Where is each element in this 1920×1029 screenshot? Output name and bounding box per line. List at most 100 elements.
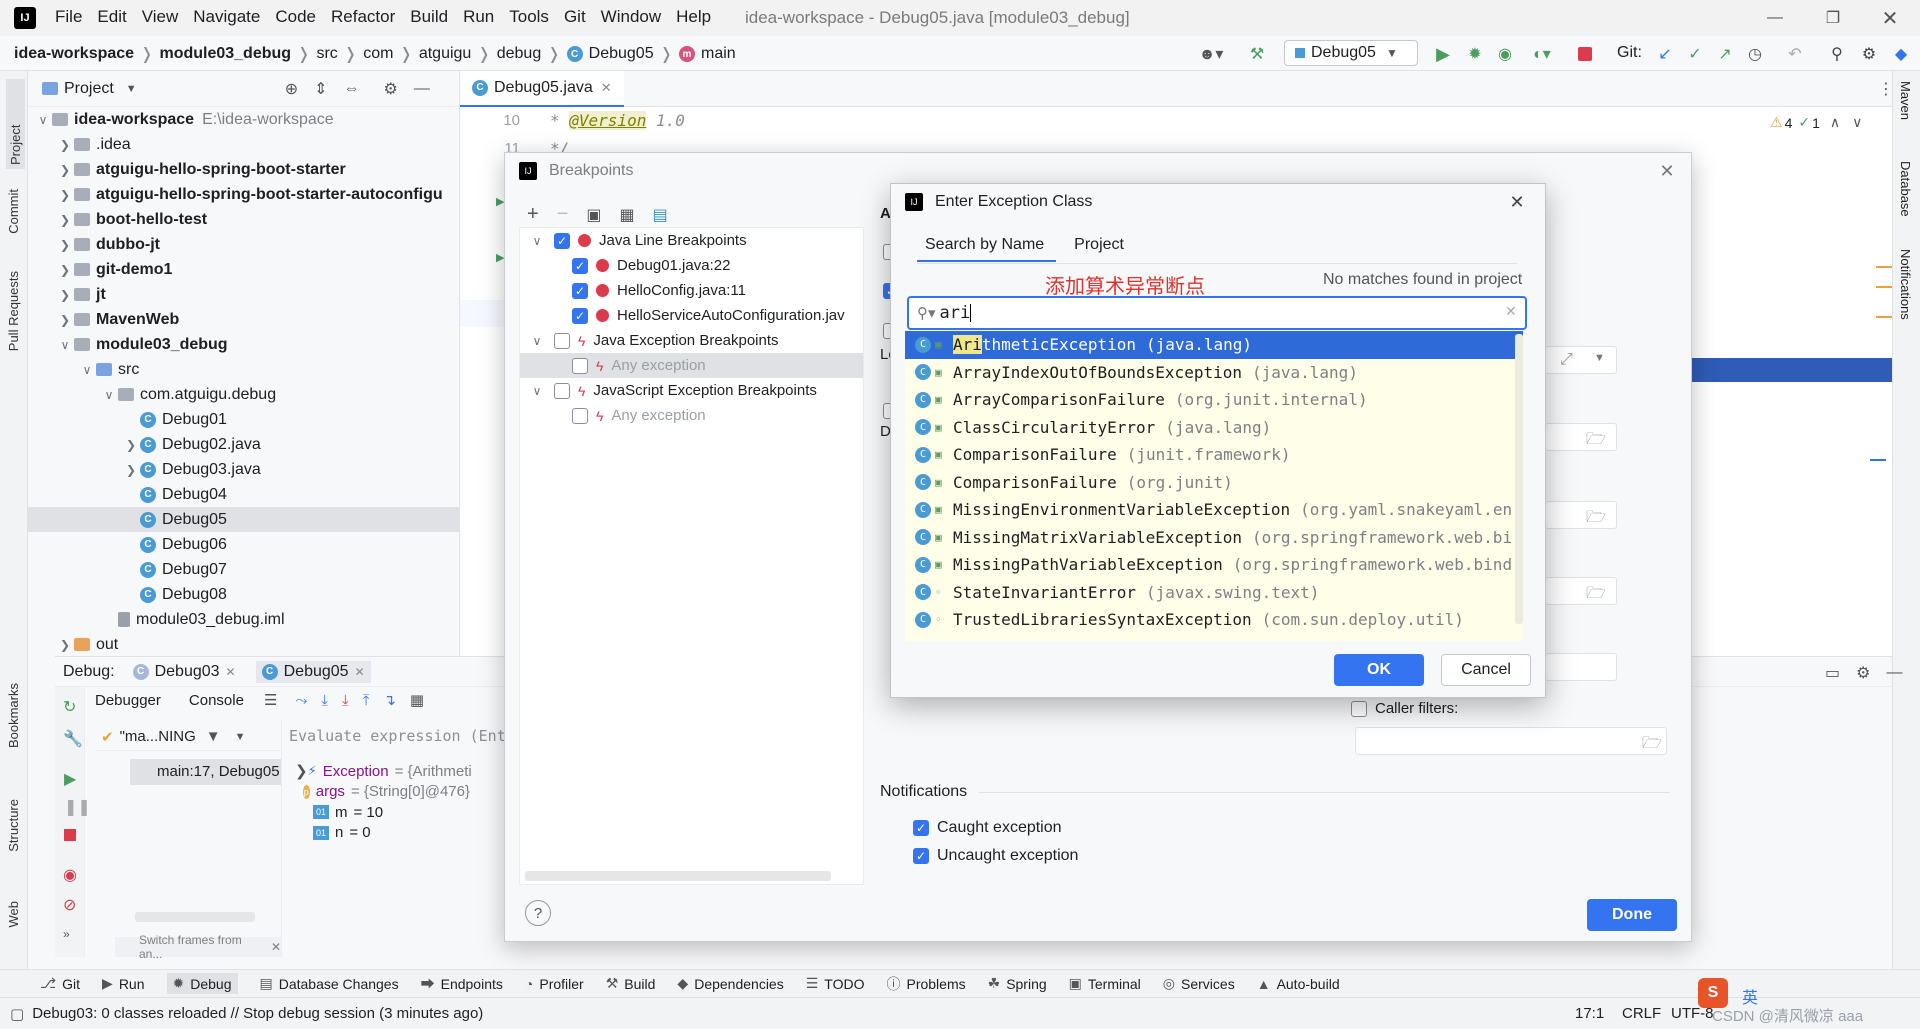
tree-item[interactable]: C Debug08 (28, 582, 459, 607)
chevron-down-icon[interactable]: ∨ (34, 113, 52, 127)
chevron-right-icon[interactable]: ❯ (122, 463, 140, 477)
suggestion-item[interactable]: C▣ArithmeticExceptionArithmeticException… (905, 331, 1523, 359)
close-tab-icon[interactable]: ✕ (226, 665, 236, 679)
menu-help[interactable]: Help (676, 7, 711, 27)
caller-filters-row[interactable]: Caller filters: (1351, 700, 1458, 717)
caught-exception-checkbox[interactable]: ✓ (913, 820, 929, 836)
profile-icon[interactable]: ◐▾ (1524, 43, 1560, 65)
done-button[interactable]: Done (1587, 899, 1677, 931)
chevron-right-icon[interactable]: ❯ (56, 138, 74, 152)
chevron-right-icon[interactable]: ❯ (56, 188, 74, 202)
close-tab-icon[interactable]: ✕ (601, 80, 612, 96)
layout-icon[interactable]: ☰ (264, 691, 277, 709)
tree-item[interactable]: ❯ out (28, 632, 459, 657)
pause-icon[interactable]: ❚❚ (64, 797, 91, 817)
tool-window-button[interactable]: ☰ TODO (806, 975, 865, 992)
gear-icon[interactable]: ⚙ (1856, 663, 1870, 683)
run-to-cursor-icon[interactable]: ↴ (383, 691, 396, 709)
tree-item[interactable]: ❯ atguigu-hello-spring-boot-starter-autoc… (28, 182, 459, 207)
chevron-down-icon[interactable]: ∨ (1852, 114, 1862, 131)
tool-window-button[interactable]: ◎ Services (1163, 975, 1235, 992)
suggestions-scrollbar[interactable] (1515, 334, 1523, 624)
group-folder-icon[interactable]: ▣ (586, 205, 601, 225)
tool-commit[interactable]: Commit (6, 189, 21, 234)
crumb-src[interactable]: src (316, 45, 337, 63)
breakpoint-checkbox[interactable]: ✓ (554, 232, 570, 249)
tab-search-by-name[interactable]: Search by Name (917, 236, 1057, 262)
chevron-right-icon[interactable]: ❯ (56, 288, 74, 302)
tree-item[interactable]: ∨ module03_debug (28, 332, 459, 357)
folder-icon[interactable]: 🗁 (1642, 732, 1662, 759)
thread-selector[interactable]: ✔ "ma...NING ▼ ▼ (95, 723, 280, 751)
chevron-down-icon[interactable]: ∨ (528, 384, 546, 398)
menu-build[interactable]: Build (410, 7, 448, 27)
collapse-all-icon[interactable]: ⇔ (344, 80, 360, 98)
chevron-down-icon[interactable]: ▼ (1594, 352, 1605, 364)
menu-git[interactable]: Git (564, 7, 586, 27)
expression-input[interactable]: Evaluate expression (Ent (289, 727, 506, 745)
tool-pull-requests[interactable]: Pull Requests (6, 271, 21, 351)
crumb-module[interactable]: module03_debug (159, 45, 291, 63)
debug-tab-debug03[interactable]: C Debug03 ✕ (132, 663, 236, 681)
breakpoint-checkbox[interactable] (554, 382, 570, 399)
chevron-up-icon[interactable]: ∧ (1830, 114, 1840, 131)
breakpoint-item[interactable]: ✓ Debug01.java:22 (520, 253, 863, 278)
tool-project[interactable]: Project (6, 79, 25, 169)
search-input[interactable]: ari (940, 303, 971, 323)
condition-field[interactable]: ⤢ ▼ (1545, 346, 1617, 374)
gear-icon[interactable]: ⚙ (384, 79, 398, 99)
ime-logo-icon[interactable]: S (1698, 978, 1728, 1008)
breakpoint-item[interactable]: ∨ ϟ JavaScript Exception Breakpoints (520, 378, 863, 403)
restore-icon[interactable]: ▭ (1825, 663, 1840, 683)
tool-window-button[interactable]: ⓘ Problems (886, 974, 965, 994)
crumb-atguigu[interactable]: atguigu (419, 45, 472, 63)
evaluate-icon[interactable]: ▦ (410, 691, 424, 709)
uncaught-exception-checkbox[interactable]: ✓ (913, 848, 929, 864)
maximize-icon[interactable]: ❐ (1818, 6, 1848, 30)
tool-window-button[interactable]: ◔ Profiler (525, 976, 584, 992)
tool-web[interactable]: Web (6, 901, 21, 928)
caret-position[interactable]: 17:1 (1575, 1005, 1604, 1022)
chevron-right-icon[interactable]: ❯ (56, 313, 74, 327)
help-button[interactable]: ? (525, 900, 551, 926)
breakpoint-item[interactable]: ∨ ✓ Java Line Breakpoints (520, 228, 863, 253)
tool-maven[interactable]: Maven (1898, 81, 1913, 120)
expand-all-icon[interactable]: ⇕ (314, 79, 327, 99)
folder-icon[interactable]: 🗁 (1586, 582, 1606, 609)
breakpoint-item[interactable]: ϟ Any exception (520, 353, 863, 378)
tree-item[interactable]: ❯ atguigu-hello-spring-boot-starter (28, 157, 459, 182)
tab-console[interactable]: Console (189, 692, 244, 709)
tool-window-button[interactable]: ⮕ Endpoints (421, 974, 503, 994)
chevron-right-icon[interactable]: ❯ (122, 438, 140, 452)
tree-item[interactable]: ∨ com.atguigu.debug (28, 382, 459, 407)
minimize-icon[interactable]: — (1760, 6, 1790, 30)
suggestion-item[interactable]: C ▣ ClassCircularityError (java.lang) (905, 414, 1523, 442)
close-icon[interactable]: ✕ (1505, 190, 1529, 214)
menu-refactor[interactable]: Refactor (331, 7, 395, 27)
breakpoint-item[interactable]: ∨ ϟ Java Exception Breakpoints (520, 328, 863, 353)
menu-code[interactable]: Code (275, 7, 316, 27)
tool-window-button[interactable]: ⎇ Git (40, 975, 80, 992)
frames-scrollbar[interactable] (135, 912, 255, 922)
tree-item[interactable]: C Debug01 (28, 407, 459, 432)
tree-scrollbar[interactable] (525, 871, 831, 881)
status-message[interactable]: Debug03: 0 classes reloaded // Stop debu… (32, 1005, 483, 1022)
tool-window-button[interactable]: ◆ Dependencies (677, 975, 783, 992)
tool-bookmarks[interactable]: Bookmarks (6, 683, 21, 748)
breakpoint-checkbox[interactable] (572, 407, 588, 424)
tree-root[interactable]: ∨ idea-workspace E:\idea-workspace (28, 107, 459, 132)
breakpoint-checkbox[interactable]: ✓ (572, 282, 588, 299)
suggestion-item[interactable]: C ▣ ArrayComparisonFailure (org.junit.inter… (905, 386, 1523, 414)
chevron-right-icon[interactable]: ❯ (56, 238, 74, 252)
view-breakpoints-icon[interactable]: ◉ (63, 865, 77, 885)
chevron-down-icon[interactable]: ∨ (528, 234, 546, 248)
expand-icon[interactable]: ⤢ (1560, 351, 1573, 369)
tree-item[interactable]: ❯ jt (28, 282, 459, 307)
chevron-right-icon[interactable]: ❯ (56, 263, 74, 277)
tool-window-button[interactable]: ▣ Terminal (1069, 975, 1141, 992)
menu-tools[interactable]: Tools (509, 7, 549, 27)
crumb-debug[interactable]: debug (497, 45, 542, 63)
step-out-icon[interactable]: ⤒ (363, 692, 370, 709)
chevron-right-icon[interactable]: ❯ (56, 213, 74, 227)
git-update-icon[interactable]: ↙ (1654, 43, 1676, 65)
